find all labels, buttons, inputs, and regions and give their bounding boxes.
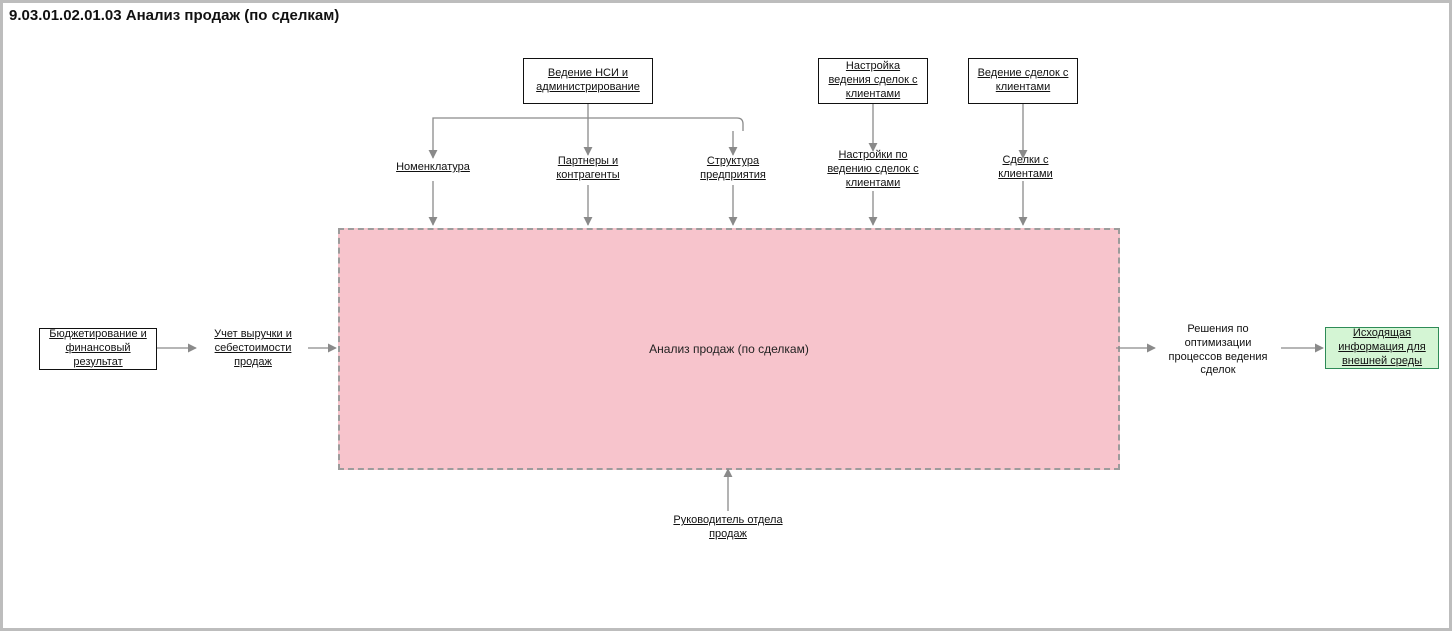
input-deal-settings-label: Настройки по ведению сделок с клиентами <box>824 149 922 190</box>
left-revenue[interactable]: Учет выручки и себестоимости продаж <box>198 328 308 370</box>
input-deal-settings[interactable]: Настройки по ведению сделок с клиентами <box>818 151 928 189</box>
source-deal-mgmt[interactable]: Ведение сделок с клиентами <box>968 58 1078 104</box>
input-nomenclature-label: Номенклатура <box>396 161 470 175</box>
page-title: 9.03.01.02.01.03 Анализ продаж (по сделк… <box>9 7 339 24</box>
source-nsi[interactable]: Ведение НСИ и администрирование <box>523 58 653 104</box>
left-revenue-label: Учет выручки и себестоимости продаж <box>204 328 302 369</box>
central-process[interactable]: Анализ продаж (по сделкам) <box>338 228 1120 470</box>
source-deal-setup-label: Настройка ведения сделок с клиентами <box>825 60 921 101</box>
left-budget-label: Бюджетирование и финансовый результат <box>46 328 150 369</box>
input-structure[interactable]: Структура предприятия <box>683 155 783 183</box>
input-partners-label: Партнеры и контрагенты <box>539 155 637 183</box>
diagram-container: 9.03.01.02.01.03 Анализ продаж (по сделк… <box>0 0 1452 631</box>
right-outgoing-label: Исходящая информация для внешней среды <box>1332 327 1432 368</box>
input-structure-label: Структура предприятия <box>689 155 777 183</box>
right-outgoing[interactable]: Исходящая информация для внешней среды <box>1325 327 1439 369</box>
bottom-manager[interactable]: Руководитель отдела продаж <box>663 513 793 543</box>
central-process-label: Анализ продаж (по сделкам) <box>649 342 809 356</box>
source-nsi-label: Ведение НСИ и администрирование <box>530 67 646 95</box>
right-decisions: Решения по оптимизации процессов ведения… <box>1158 323 1278 378</box>
input-nomenclature[interactable]: Номенклатура <box>383 158 483 178</box>
right-decisions-label: Решения по оптимизации процессов ведения… <box>1169 323 1268 376</box>
source-deal-setup[interactable]: Настройка ведения сделок с клиентами <box>818 58 928 104</box>
left-budget[interactable]: Бюджетирование и финансовый результат <box>39 328 157 370</box>
input-client-deals[interactable]: Сделки с клиентами <box>968 158 1083 178</box>
source-deal-mgmt-label: Ведение сделок с клиентами <box>975 67 1071 95</box>
input-client-deals-label: Сделки с клиентами <box>974 154 1077 182</box>
input-partners[interactable]: Партнеры и контрагенты <box>533 155 643 183</box>
bottom-manager-label: Руководитель отдела продаж <box>669 514 787 542</box>
